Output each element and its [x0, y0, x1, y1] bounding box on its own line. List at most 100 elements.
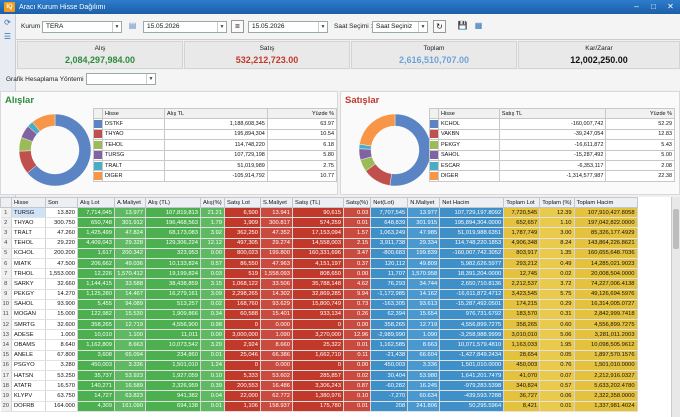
table-row[interactable]: 6 MIATK 47.500 206,662 49.036 10,133,824 0.57 8…: [0, 258, 638, 270]
data-cell: 2,298,265: [224, 289, 261, 300]
data-cell: 16,279,161: [145, 289, 201, 300]
column-header[interactable]: [0, 197, 12, 208]
close-icon[interactable]: ✕: [664, 2, 677, 12]
mini-row[interactable]: DIGER -1,314,577,987 22.38: [429, 170, 675, 182]
column-header[interactable]: Net(Lot): [370, 197, 409, 208]
table-row[interactable]: 4 TEHOL 29.220 4,409,043 29.328 129,306,224 12…: [0, 238, 638, 249]
mini-row[interactable]: THYAO 195,894,304 10.54: [93, 128, 338, 141]
grafik-select[interactable]: ▼: [86, 73, 156, 85]
data-cell: 65.094: [114, 350, 146, 361]
start-date-value: 15.05.2026: [147, 23, 180, 30]
summary-value: 2,616,510,707.00: [398, 55, 470, 65]
column-header[interactable]: Alış (TL): [145, 197, 201, 208]
vertical-scrollbar[interactable]: [671, 197, 680, 417]
data-cell: 803,917: [503, 248, 541, 259]
data-cell: -3,258,988.9999: [439, 329, 505, 341]
table-row[interactable]: 17 HATSN 53.250 35,737 53.923 1,927,059 0.10 5,…: [0, 370, 638, 382]
refresh-icon[interactable]: ↻: [433, 20, 446, 33]
scroll-thumb[interactable]: [673, 209, 679, 249]
column-header[interactable]: A.Maliyet: [114, 197, 146, 208]
row-index: 20: [0, 401, 12, 412]
save-icon[interactable]: 💾: [456, 20, 469, 33]
data-cell: 94.089: [114, 299, 146, 310]
data-cell: 1,909,866: [145, 309, 201, 321]
table-row[interactable]: 9 PEKGY 14.270 1,125,280 14.467 16,279,161 3.0…: [0, 289, 638, 300]
menu-icon[interactable]: ☰: [2, 31, 13, 42]
data-cell: 2,924: [224, 339, 261, 351]
table-row[interactable]: 10 SAHOL 93.900 5,455 94.089 513,257 0.02 168,7…: [0, 299, 638, 310]
data-cell: 29.328: [114, 238, 146, 249]
mini-row[interactable]: TRALT 51,019,989 2.75: [93, 159, 338, 172]
column-header[interactable]: Son: [45, 197, 78, 208]
mini-row[interactable]: DIGER -105,914,792 10.77: [93, 170, 338, 182]
table-row[interactable]: 7 TRHOL 1,553.000 12,226 1,570.412 19,199,824…: [0, 268, 638, 280]
data-cell: 3,281,011.2003: [574, 329, 638, 341]
data-cell: 358,265: [503, 319, 541, 331]
row-index: 9: [0, 289, 12, 300]
table-row[interactable]: 8 SARKY 32.660 1,144,415 33.588 38,438,859 3.1…: [0, 278, 638, 290]
table-row[interactable]: 20 DOFRB 164.000 4,309 161.090 694,138 0.01 1,1…: [0, 401, 638, 412]
data-cell: 301.915: [407, 217, 441, 229]
data-cell: 33.588: [114, 278, 146, 290]
table-row[interactable]: 1 TURSG 13.820 7,714,045 13.977 107,819,813 21…: [0, 207, 638, 219]
data-cell: 16,314,005.0727: [574, 299, 638, 310]
mini-row[interactable]: ESCAR -6,353,117 2.08: [429, 159, 675, 172]
column-header[interactable]: Hisse: [11, 197, 46, 208]
column-header[interactable]: Toplam (%): [539, 197, 575, 208]
hisse-cell: SAHOL: [11, 299, 46, 310]
data-cell: 13.820: [45, 207, 78, 219]
data-cell: 3,000,000: [224, 329, 261, 341]
mini-row[interactable]: DSTKF 1,188,608,345 63.97: [93, 118, 338, 130]
start-date-picker[interactable]: 15.05.2026 ▼: [143, 21, 227, 33]
table-row[interactable]: 12 SMRTG 32.600 358,265 12.719 4,556,900 0.98 0…: [0, 319, 638, 331]
table-row[interactable]: 3 TRALT 47.260 1,425,499 47.824 68,173,083 3.9…: [0, 227, 638, 239]
column-header[interactable]: Net Hacim: [439, 197, 505, 208]
list-icon[interactable]: ▤: [126, 20, 139, 33]
saat-select[interactable]: Saat Seçiniz ▼: [372, 21, 428, 33]
mini-row[interactable]: PEKGY -16,611,872 5.43: [429, 139, 675, 151]
column-header[interactable]: Satış Lot: [224, 197, 261, 208]
data-cell: 12.39: [539, 207, 575, 219]
mini-row[interactable]: SAHOL -15,287,492 5.00: [429, 149, 675, 161]
end-date-picker[interactable]: 15.05.2026 ▼: [248, 21, 328, 33]
column-header[interactable]: S.Maliyet: [260, 197, 293, 208]
minimize-icon[interactable]: –: [630, 2, 643, 12]
data-cell: 0.05: [539, 350, 575, 361]
refresh-icon[interactable]: ⟳: [2, 17, 13, 28]
table-row[interactable]: 5 KCHOL 200.200 1,617 200.342 323,953 0.00 800,…: [0, 248, 638, 259]
table-row[interactable]: 14 OBAMS 8.640 1,162,809 8.663 10,073,542 3.20…: [0, 339, 638, 351]
table-row[interactable]: 19 KLYPV 63.750 14,727 63.823 941,382 0.04 22,0…: [0, 390, 638, 402]
maximize-icon[interactable]: □: [647, 2, 660, 12]
column-header[interactable]: N.Maliyet: [407, 197, 441, 208]
row-index: 14: [0, 339, 12, 351]
mini-row[interactable]: VAKBN -39,247,054 12.83: [429, 128, 675, 141]
mini-hisse: THYAO: [101, 128, 166, 141]
column-header[interactable]: Alış Lot: [77, 197, 115, 208]
table-row[interactable]: 11 MOGAN 15.000 122,982 15.530 1,909,866 0.34 6…: [0, 309, 638, 321]
data-cell: 15.654: [407, 309, 441, 321]
mini-row[interactable]: TEHOL 114,748,220 6.18: [93, 139, 338, 151]
summary-toplam: Toplam 2,616,510,707.00: [351, 41, 517, 69]
equals-button[interactable]: =: [231, 20, 244, 33]
mini-row[interactable]: TURSG 107,729,198 5.80: [93, 149, 338, 161]
table-row[interactable]: 16 PSGYO 3.280 450,003 3.336 1,501,010 1.24 0 0.…: [0, 360, 638, 372]
hisse-cell: OBAMS: [11, 339, 46, 351]
table-row[interactable]: 15 ANELE 67.800 3,608 65.094 234,860 0.01 25,04…: [0, 350, 638, 361]
mini-row[interactable]: KCHOL -160,007,742 52.29: [429, 118, 675, 130]
kurum-select[interactable]: TERA ▼: [42, 21, 122, 33]
data-cell: 32,869,285: [292, 289, 344, 300]
data-cell: 3.72: [539, 278, 575, 290]
data-cell: 0.00: [343, 360, 372, 372]
table-row[interactable]: 13 ADESE 1.000 10,010 1.100 11,011 0.00 3,000,0…: [0, 329, 638, 341]
data-cell: 1,063,249: [370, 227, 409, 239]
data-cell: 519: [224, 268, 261, 280]
column-header[interactable]: Satış(%): [342, 197, 372, 208]
column-header[interactable]: Toplam Hacim: [573, 197, 638, 208]
table-row[interactable]: 2 THYAO 300.750 650,748 301.912 196,468,563 1.…: [0, 217, 638, 229]
table-row[interactable]: 18 ATATR 16.570 140,271 16.589 2,326,959 0.39 2…: [0, 380, 638, 392]
column-header[interactable]: Satış (TL): [292, 197, 344, 208]
export-icon[interactable]: ▦: [472, 20, 485, 33]
data-cell: 13.941: [260, 207, 293, 219]
column-header[interactable]: Alış(%): [200, 197, 225, 208]
column-header[interactable]: Toplam Lot: [503, 197, 541, 208]
